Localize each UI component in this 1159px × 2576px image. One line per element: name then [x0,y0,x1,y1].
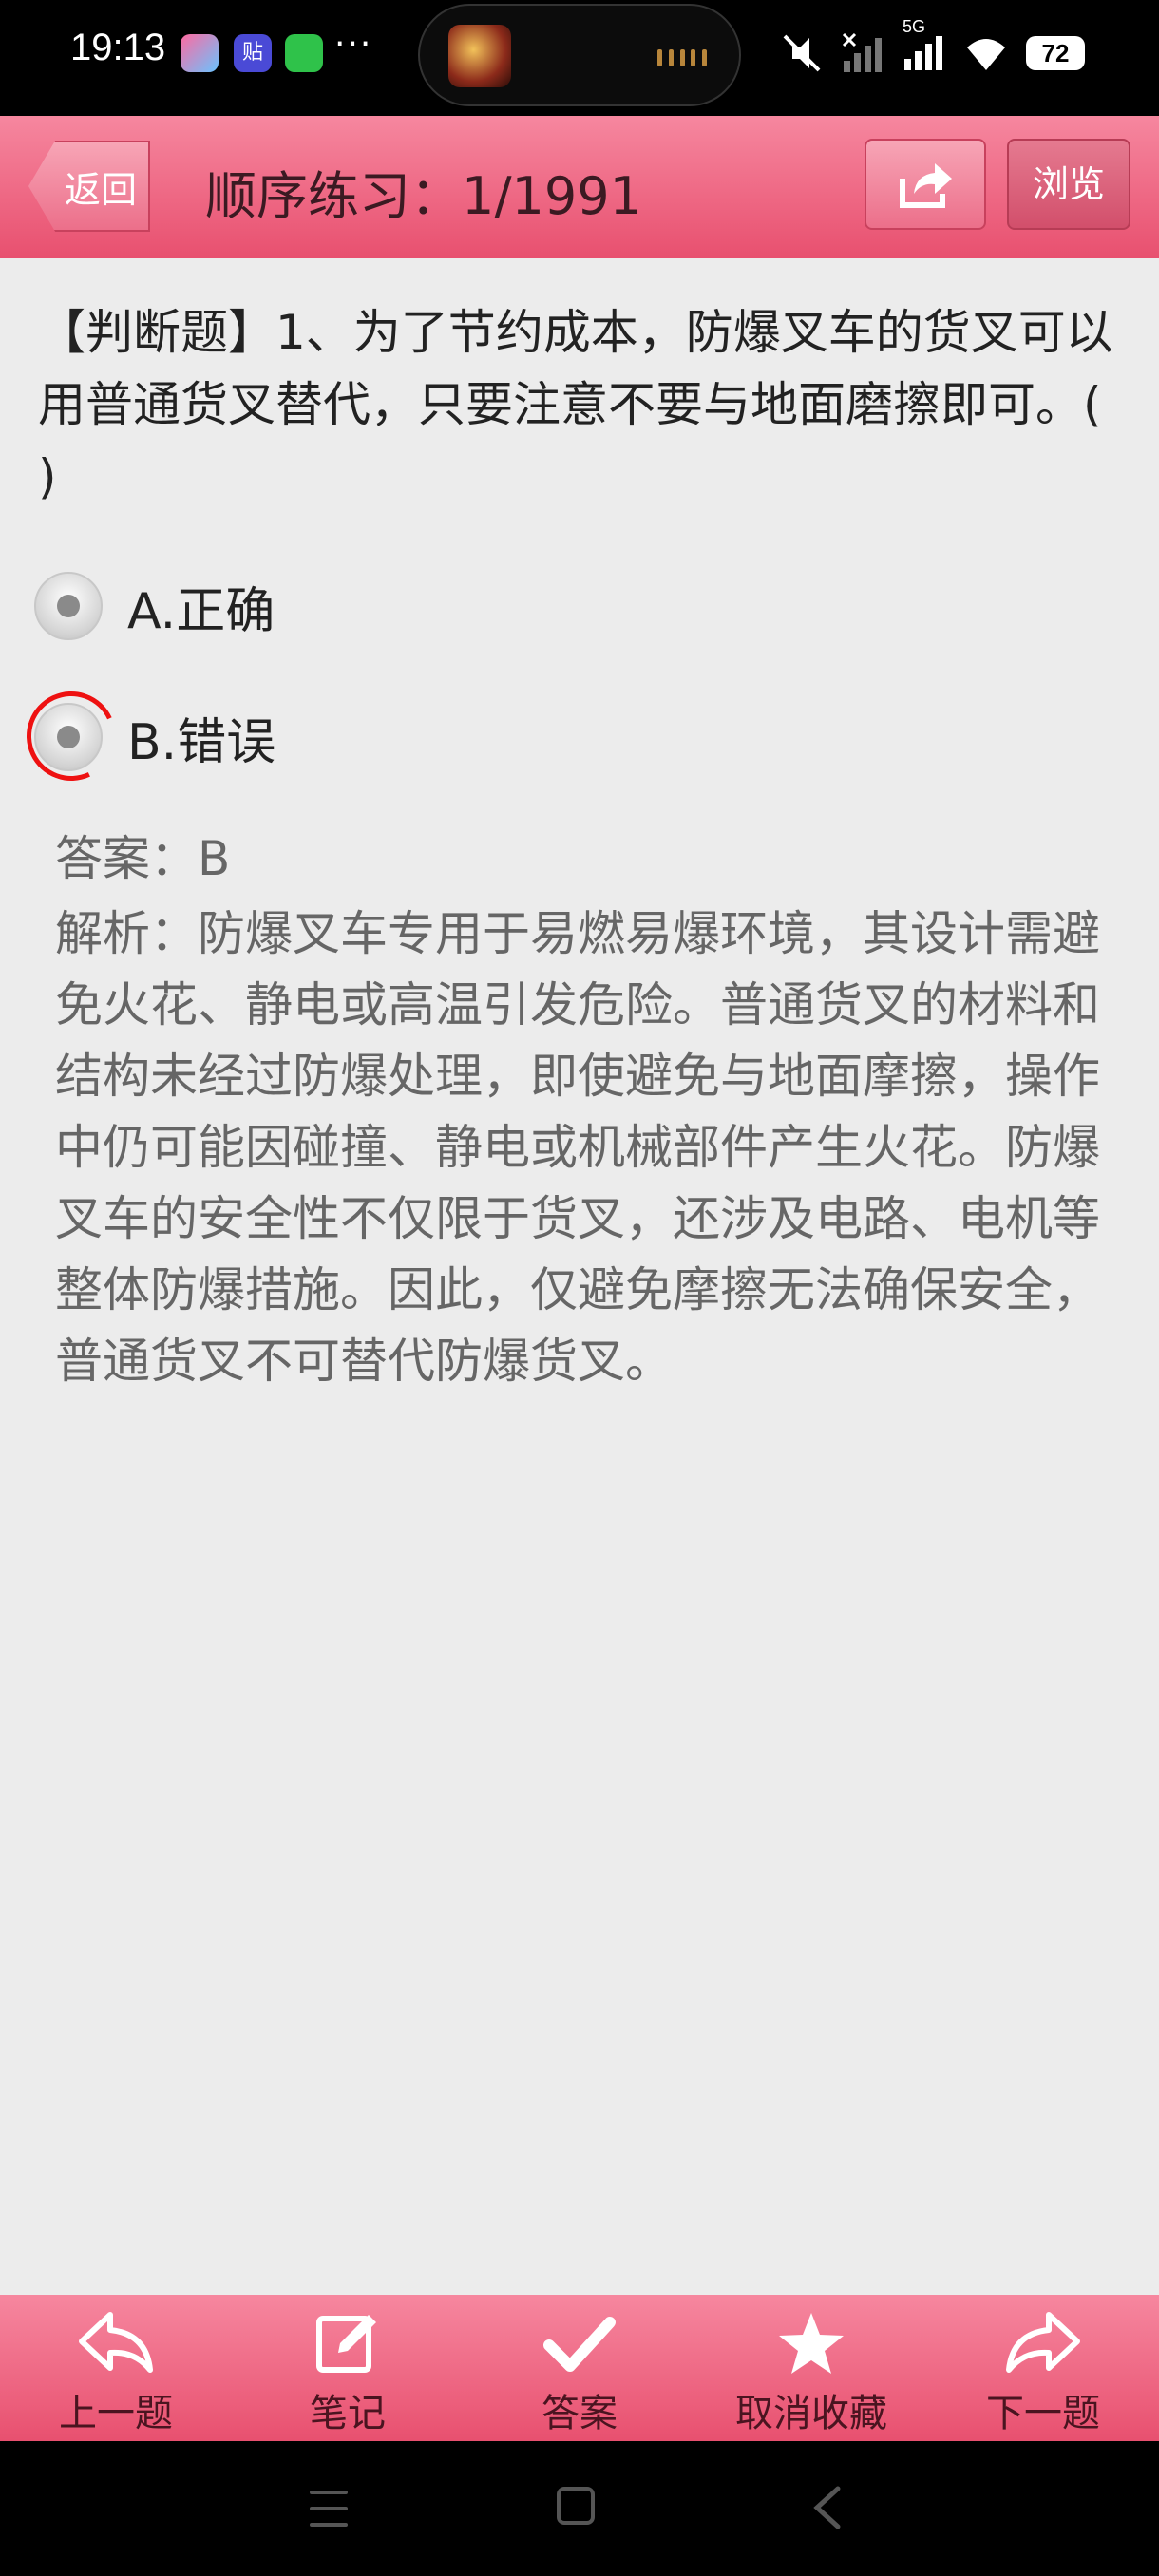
back-button[interactable]: 返回 [28,141,150,232]
game-center-icon [180,34,218,72]
browse-button[interactable]: 浏览 [1007,139,1130,230]
next-arrow-icon [1003,2308,1083,2378]
home-icon[interactable] [557,2487,595,2525]
unfavorite-button[interactable]: 取消收藏 [695,2295,927,2441]
prev-arrow-icon [76,2308,156,2378]
status-icons: 5G 72 [779,17,1085,80]
bottom-toolbar: 上一题 笔记 答案 取消收藏 下一题 [0,2295,1159,2441]
signal-sim2-icon: 5G [902,17,946,76]
analysis-text: 解析：防爆叉车专用于易燃易爆环境，其设计需避免火花、静电或高温引发危险。普通货叉… [55,906,1100,1389]
recent-apps-icon[interactable] [310,2491,348,2527]
answer-label: 答案 [542,2392,618,2435]
mute-icon [783,34,821,72]
status-bar: 19:13 贴 ··· 5G 72 [0,0,1159,116]
question-text: 【判断题】1、为了节约成本，防爆叉车的货叉可以用普通货叉替代，只要注意不要与地面… [38,305,1113,504]
option-b-label: B.错误 [127,713,276,771]
system-nav-bar [0,2441,1159,2576]
page-title: 顺序练习：1/1991 [205,166,642,226]
back-nav-icon[interactable] [809,2485,844,2530]
tieba-icon: 贴 [234,34,272,72]
audio-bars-icon [657,49,707,66]
answer-text: 答案：B [55,831,231,886]
wifi-icon [967,39,1005,70]
radio-a[interactable] [34,572,103,640]
note-edit-icon [308,2308,388,2378]
signal-sim1-icon [842,32,882,72]
share-button[interactable] [864,139,986,230]
unfavorite-label: 取消收藏 [735,2392,887,2435]
network-type: 5G [902,17,926,36]
next-question-label: 下一题 [986,2392,1100,2435]
dynamic-island[interactable] [418,4,741,106]
radio-b[interactable] [34,703,103,771]
show-answer-button[interactable]: 答案 [464,2295,695,2441]
status-time: 19:13 [70,27,166,68]
checkmark-icon [540,2308,619,2378]
more-notifications-icon: ··· [334,25,373,64]
option-b[interactable]: B.错误 [34,699,276,775]
option-a[interactable]: A.正确 [34,568,275,644]
star-icon [771,2308,851,2378]
share-icon [900,163,952,208]
battery-indicator: 72 [1026,36,1085,70]
note-label: 笔记 [310,2392,386,2435]
prev-question-label: 上一题 [59,2392,173,2435]
note-button[interactable]: 笔记 [232,2295,464,2441]
next-question-button[interactable]: 下一题 [927,2295,1159,2441]
prev-question-button[interactable]: 上一题 [0,2295,232,2441]
app-header: 返回 顺序练习：1/1991 浏览 [0,116,1159,258]
option-a-label: A.正确 [127,582,276,640]
game-avatar-icon [448,25,511,87]
wechat-icon [285,34,323,72]
